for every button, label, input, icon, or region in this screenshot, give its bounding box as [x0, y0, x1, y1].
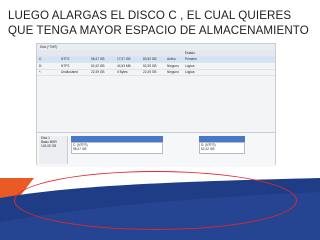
column-header: Estado	[185, 50, 195, 55]
table-cell: 22,49 GB	[143, 70, 157, 75]
window-title: Disk (*ТМП)	[40, 45, 58, 49]
table-cell: Ninguno	[167, 70, 179, 75]
table-cell: 44,53 MB	[117, 63, 131, 68]
table-cell: Lógica	[185, 63, 195, 68]
table-cell: 22,49 GB	[91, 70, 105, 75]
table-cell: 98,47 GB	[91, 57, 105, 62]
table-cell: 0 Bytes	[117, 70, 128, 75]
table-cell: NTFS	[61, 57, 70, 62]
table-cell: NTFS	[61, 63, 70, 68]
table-cell: 52,39 GB	[143, 63, 157, 68]
table-cell: C:	[39, 57, 43, 62]
disk-size: 149,05 GB	[41, 144, 57, 149]
highlight-ellipse	[14, 171, 297, 230]
table-cell: Unallocated	[61, 70, 78, 75]
table-cell: 17,97 GB	[117, 57, 131, 62]
table-cell: *:	[39, 70, 42, 75]
disk-info: Disk 1 Basic MBR 149,05 GB	[39, 136, 68, 164]
table-cell: 52,42 GB	[91, 63, 105, 68]
table-cell: Primario	[185, 57, 197, 62]
table-cell: Ninguno	[167, 63, 179, 68]
partition-table: Estado C: NTFS 98,47 GB 17,97 GB 80,50 G…	[37, 50, 275, 76]
partition-d-size: 52,42 GB	[201, 147, 215, 151]
disk-manager-screenshot: Disk (*ТМП) Estado C: NTFS 98,47 GB 17,9…	[36, 43, 276, 167]
disk-map: Disk 1 Basic MBR 149,05 GB C: (NTFS) 98,…	[37, 132, 275, 167]
table-cell: 80,50 GB	[143, 57, 157, 62]
partition-d-box[interactable]: D: (NTFS) 52,42 GB	[199, 142, 245, 154]
slide-title: LUEGO ALARGAS EL DISCO C , EL CUAL QUIER…	[8, 9, 309, 37]
table-cell: D:	[39, 63, 43, 68]
partition-c-size: 98,47 GB	[73, 147, 87, 151]
table-cell: Lógica	[185, 70, 195, 75]
table-row[interactable]: *: Unallocated 22,49 GB 0 Bytes 22,49 GB…	[37, 70, 275, 76]
partition-c-box[interactable]: C: (NTFS) 98,47 GB	[71, 142, 163, 154]
table-cell: Activo	[167, 57, 176, 62]
